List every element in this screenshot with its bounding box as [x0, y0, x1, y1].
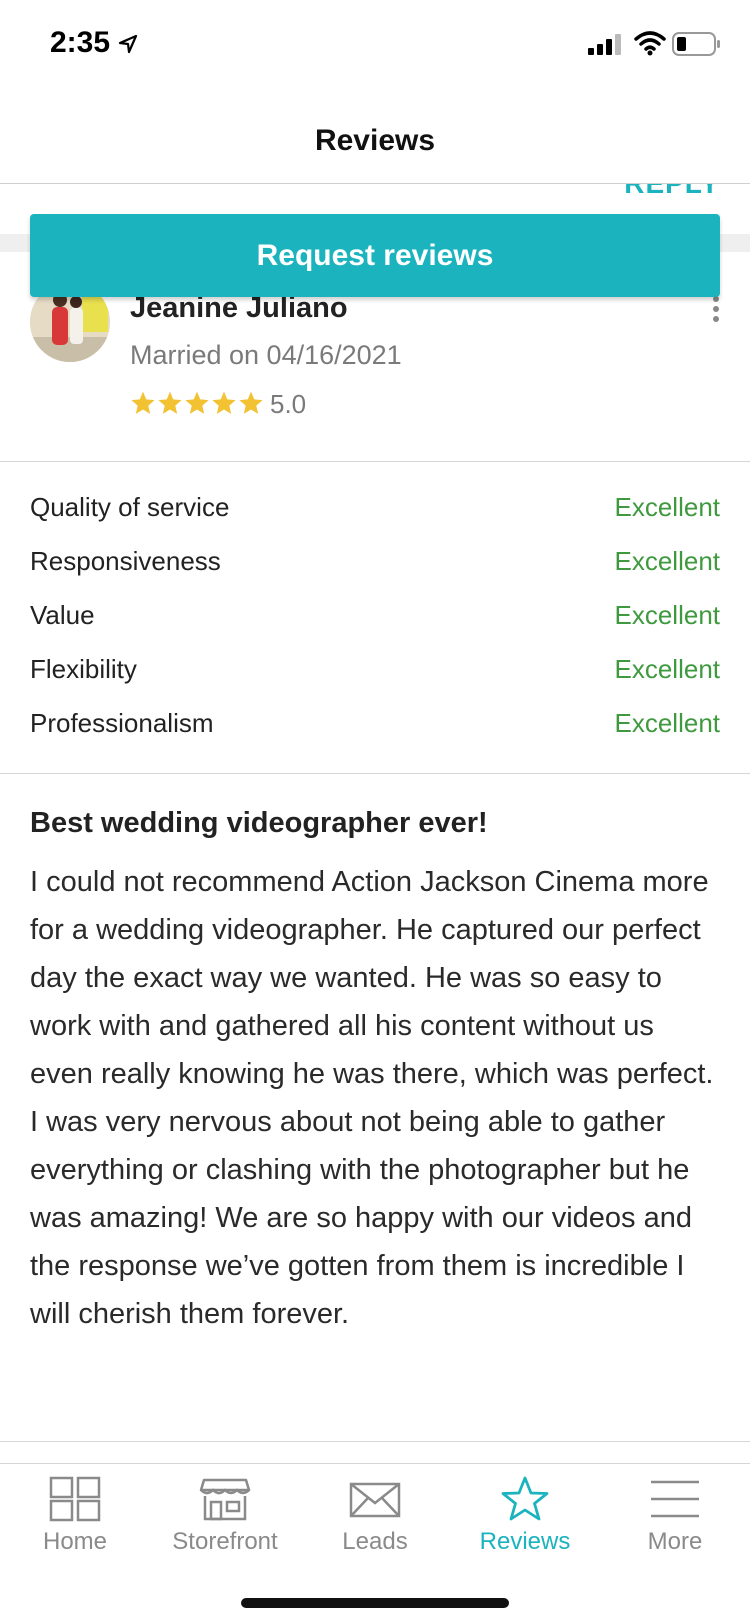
star-icon [185, 391, 209, 414]
tab-storefront[interactable]: Storefront [150, 1476, 300, 1576]
star-icon [501, 1476, 549, 1521]
review-title: Best wedding videographer ever! [30, 807, 488, 839]
rating-label: Professionalism [30, 708, 214, 738]
star-icon [212, 391, 236, 414]
status-time: 2:35 [50, 26, 111, 59]
tab-leads[interactable]: Leads [300, 1476, 450, 1576]
tab-label: Leads [342, 1528, 408, 1555]
rating-value: 5.0 [270, 389, 307, 419]
tab-label: Reviews [479, 1528, 571, 1555]
storefront-icon [199, 1478, 251, 1521]
battery-icon [672, 32, 720, 56]
rating-row: Professionalism Excellent [0, 708, 750, 762]
more-options-icon[interactable] [712, 296, 720, 322]
tab-label: Storefront [172, 1528, 278, 1555]
home-indicator [241, 1598, 509, 1608]
rating-label: Responsiveness [30, 546, 221, 576]
envelope-icon [349, 1482, 401, 1518]
tab-more[interactable]: More [600, 1476, 750, 1576]
tab-label: Home [42, 1528, 108, 1555]
star-icon [158, 391, 182, 414]
rating-label: Value [30, 600, 95, 630]
location-arrow-icon [118, 34, 138, 54]
rating-row: Quality of service Excellent [0, 492, 750, 546]
rating-grade: Excellent [614, 654, 721, 684]
category-ratings: Quality of service Excellent Responsiven… [0, 462, 750, 774]
married-date: Married on 04/16/2021 [130, 340, 402, 370]
review-body: Best wedding videographer ever! I could … [0, 774, 750, 1442]
status-bar: 2:35 [0, 0, 750, 90]
wifi-icon [634, 31, 666, 56]
rating-row: Flexibility Excellent [0, 654, 750, 708]
rating-grade: Excellent [614, 708, 721, 738]
rating-row: Value Excellent [0, 600, 750, 654]
rating-grade: Excellent [614, 600, 721, 630]
rating-label: Flexibility [30, 654, 137, 684]
request-reviews-button[interactable]: Request reviews [30, 214, 720, 297]
tab-reviews[interactable]: Reviews [450, 1476, 600, 1576]
star-icon [239, 391, 263, 414]
menu-icon [651, 1480, 699, 1518]
tab-label: More [647, 1528, 703, 1555]
review-text: I could not recommend Action Jackson Cin… [30, 866, 714, 1330]
rating-grade: Excellent [614, 546, 721, 576]
reply-button[interactable]: REPLY [624, 184, 720, 200]
star-icon [131, 391, 155, 414]
tab-home[interactable]: Home [0, 1476, 150, 1576]
rating-row: Responsiveness Excellent [0, 546, 750, 600]
home-grid-icon [49, 1476, 101, 1522]
page-title: Reviews [314, 124, 436, 157]
star-rating [130, 390, 265, 416]
rating-grade: Excellent [614, 492, 721, 522]
navigation-bar: Reviews [0, 90, 750, 184]
rating-label: Quality of service [30, 492, 230, 522]
cellular-signal-icon [588, 34, 621, 55]
